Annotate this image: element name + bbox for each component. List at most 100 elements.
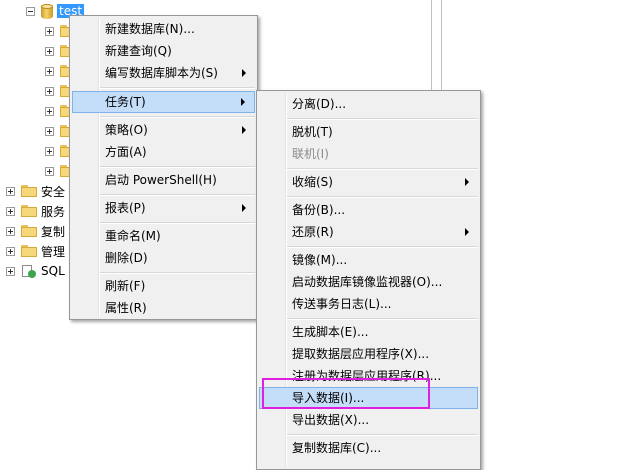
menu-item-launch-mirroring-monitor[interactable]: 启动数据库镜像监视器(O)...	[259, 271, 478, 293]
menu-item-take-offline[interactable]: 脱机(T)	[259, 121, 478, 143]
menu-item-label: 传送事务日志(L)...	[292, 297, 392, 311]
expand-icon[interactable]	[45, 46, 54, 56]
tree-node-server-objects[interactable]: 服务	[6, 201, 65, 221]
context-menu: 新建数据库(N)... 新建查询(Q) 编写数据库脚本为(S) 任务(T) 策略…	[69, 15, 258, 320]
menu-item-label: 重命名(M)	[105, 229, 161, 243]
menu-item-shrink[interactable]: 收缩(S)	[259, 171, 478, 193]
menu-separator	[287, 318, 478, 320]
collapse-icon[interactable]	[26, 6, 35, 16]
menu-item-backup[interactable]: 备份(B)...	[259, 199, 478, 221]
menu-item-label: 方面(A)	[105, 145, 147, 159]
menu-separator	[287, 118, 478, 120]
menu-item-refresh[interactable]: 刷新(F)	[72, 275, 255, 297]
expand-icon[interactable]	[45, 126, 54, 136]
menu-item-label: 报表(P)	[105, 201, 146, 215]
folder-icon	[21, 185, 37, 197]
menu-item-label: 启动 PowerShell(H)	[105, 173, 217, 187]
menu-item-rename[interactable]: 重命名(M)	[72, 225, 255, 247]
submenu-arrow-icon	[242, 69, 246, 77]
menu-item-label: 启动数据库镜像监视器(O)...	[292, 275, 443, 289]
menu-item-label: 生成脚本(E)...	[292, 325, 369, 339]
tree-node-label: SQL	[41, 264, 65, 278]
expand-icon[interactable]	[6, 186, 15, 196]
expand-icon[interactable]	[45, 66, 54, 76]
menu-item-register-data-tier-app[interactable]: 注册为数据层应用程序(R)...	[259, 365, 478, 387]
menu-item-label: 策略(O)	[105, 123, 148, 137]
menu-item-label: 脱机(T)	[292, 125, 333, 139]
expand-icon[interactable]	[45, 86, 54, 96]
menu-item-generate-scripts[interactable]: 生成脚本(E)...	[259, 321, 478, 343]
tree-node-replication[interactable]: 复制	[6, 221, 65, 241]
menu-item-label: 删除(D)	[105, 251, 148, 265]
menu-separator	[100, 194, 255, 196]
expand-icon[interactable]	[6, 226, 15, 236]
menu-item-policies[interactable]: 策略(O)	[72, 119, 255, 141]
menu-item-label: 新建数据库(N)...	[105, 22, 195, 36]
menu-item-label: 注册为数据层应用程序(R)...	[292, 369, 442, 383]
menu-separator	[100, 166, 255, 168]
menu-separator	[287, 168, 478, 170]
expand-icon[interactable]	[45, 26, 54, 36]
menu-item-label: 复制数据库(C)...	[292, 441, 382, 455]
menu-item-label: 属性(R)	[105, 301, 147, 315]
submenu-arrow-icon	[465, 178, 469, 186]
sql-agent-icon	[21, 264, 37, 278]
menu-item-restore[interactable]: 还原(R)	[259, 221, 478, 243]
menu-separator	[100, 222, 255, 224]
menu-item-label: 任务(T)	[105, 95, 146, 109]
menu-separator	[100, 272, 255, 274]
folder-icon	[21, 225, 37, 237]
database-icon	[41, 3, 53, 19]
tree-node-label: 复制	[41, 224, 66, 239]
menu-item-label: 提取数据层应用程序(X)...	[292, 347, 430, 361]
menu-item-new-query[interactable]: 新建查询(Q)	[72, 40, 255, 62]
tree-node-label: 管理	[41, 244, 66, 259]
tasks-submenu: 分离(D)... 脱机(T) 联机(I) 收缩(S) 备份(B)... 还原(R…	[256, 90, 481, 470]
menu-item-label: 编写数据库脚本为(S)	[105, 66, 218, 80]
expand-icon[interactable]	[6, 266, 15, 276]
tree-node-sql-agent[interactable]: SQL	[6, 261, 65, 281]
menu-separator	[287, 196, 478, 198]
menu-item-mirror[interactable]: 镜像(M)...	[259, 249, 478, 271]
menu-item-label: 备份(B)...	[292, 203, 346, 217]
expand-icon[interactable]	[6, 206, 15, 216]
submenu-arrow-icon	[242, 204, 246, 212]
menu-item-reports[interactable]: 报表(P)	[72, 197, 255, 219]
menu-item-start-powershell[interactable]: 启动 PowerShell(H)	[72, 169, 255, 191]
folder-icon	[21, 245, 37, 257]
menu-separator	[287, 434, 478, 436]
expand-icon[interactable]	[45, 166, 54, 176]
tree-node-management[interactable]: 管理	[6, 241, 65, 261]
menu-item-label: 镜像(M)...	[292, 253, 348, 267]
menu-item-label: 导出数据(X)...	[292, 413, 370, 427]
menu-item-script-database-as[interactable]: 编写数据库脚本为(S)	[72, 62, 255, 84]
menu-item-ship-transaction-logs[interactable]: 传送事务日志(L)...	[259, 293, 478, 315]
menu-item-label: 还原(R)	[292, 225, 334, 239]
menu-separator	[287, 246, 478, 248]
menu-item-detach[interactable]: 分离(D)...	[259, 93, 478, 115]
menu-separator	[100, 87, 255, 89]
submenu-arrow-icon	[465, 228, 469, 236]
menu-item-label: 收缩(S)	[292, 175, 333, 189]
expand-icon[interactable]	[45, 106, 54, 116]
menu-item-new-database[interactable]: 新建数据库(N)...	[72, 18, 255, 40]
menu-item-bring-online: 联机(I)	[259, 143, 478, 165]
menu-item-import-data[interactable]: 导入数据(I)...	[259, 387, 478, 409]
submenu-arrow-icon	[242, 126, 246, 134]
tree-node-security[interactable]: 安全	[6, 181, 65, 201]
tree-node-label: 安全	[41, 184, 66, 199]
menu-item-export-data[interactable]: 导出数据(X)...	[259, 409, 478, 431]
menu-item-copy-database[interactable]: 复制数据库(C)...	[259, 437, 478, 459]
tree-node-label: 服务	[41, 204, 66, 219]
expand-icon[interactable]	[6, 246, 15, 256]
menu-item-properties[interactable]: 属性(R)	[72, 297, 255, 319]
menu-item-tasks[interactable]: 任务(T)	[72, 91, 255, 113]
expand-icon[interactable]	[45, 146, 54, 156]
menu-item-delete[interactable]: 删除(D)	[72, 247, 255, 269]
menu-item-facets[interactable]: 方面(A)	[72, 141, 255, 163]
submenu-arrow-icon	[241, 98, 245, 106]
menu-item-extract-data-tier-app[interactable]: 提取数据层应用程序(X)...	[259, 343, 478, 365]
menu-separator	[100, 116, 255, 118]
menu-item-label: 导入数据(I)...	[292, 391, 365, 405]
folder-icon	[21, 205, 37, 217]
